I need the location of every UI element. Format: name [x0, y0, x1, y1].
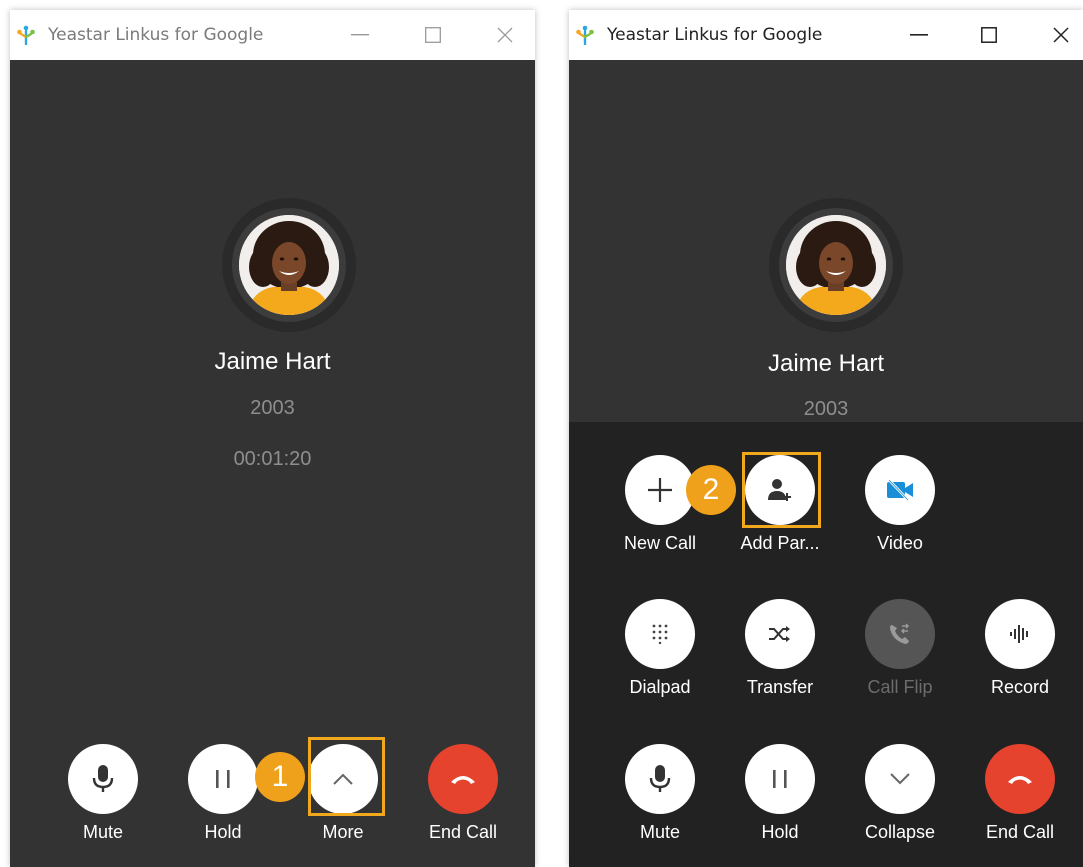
hang-up-icon — [1008, 776, 1032, 784]
pause-icon — [773, 770, 787, 788]
title-bar: Yeastar Linkus for Google — [10, 10, 535, 60]
avatar — [239, 215, 339, 315]
mute-button[interactable]: Mute — [43, 744, 163, 856]
plus-icon — [648, 478, 672, 502]
video-off-icon — [887, 479, 913, 501]
end-call-label: End Call — [428, 822, 498, 842]
pause-icon — [216, 770, 230, 788]
end-call-button[interactable]: End Call — [960, 744, 1080, 856]
transfer-label: Transfer — [746, 677, 814, 697]
maximize-button[interactable] — [403, 10, 463, 60]
maximize-button[interactable] — [959, 10, 1019, 60]
more-highlight-box — [308, 737, 385, 816]
dialpad-label: Dialpad — [629, 677, 691, 697]
record-button[interactable]: Record — [960, 599, 1080, 711]
minimize-icon — [351, 34, 369, 36]
close-button[interactable] — [475, 10, 535, 60]
hold-label: Hold — [204, 822, 242, 842]
collapse-button[interactable]: Collapse — [840, 744, 960, 856]
maximize-icon — [425, 27, 441, 43]
avatar — [786, 215, 886, 315]
end-call-button[interactable]: End Call — [403, 744, 523, 856]
contact-number: 2003 — [250, 397, 295, 419]
record-label: Record — [990, 677, 1050, 697]
minimize-button[interactable] — [889, 10, 949, 60]
window-title: Yeastar Linkus for Google — [607, 25, 823, 45]
new-call-label: New Call — [623, 533, 697, 553]
transfer-button[interactable]: Transfer — [720, 599, 840, 711]
call-window-expanded: Yeastar Linkus for Google Jaime Hart 200… — [569, 10, 1083, 867]
more-actions-panel: New Call Add Par... Video Dialpad Transf… — [569, 422, 1083, 867]
contact-photo — [239, 215, 339, 315]
call-flip-button: Call Flip — [840, 599, 960, 711]
mute-label: Mute — [82, 822, 124, 842]
yeastar-logo-icon — [16, 25, 36, 45]
call-window-collapsed: Yeastar Linkus for Google Jaime Hart 200… — [10, 10, 535, 867]
call-flip-label: Call Flip — [867, 677, 933, 697]
minimize-icon — [910, 34, 928, 36]
hang-up-icon — [451, 776, 475, 784]
hold-button[interactable]: Hold — [720, 744, 840, 856]
record-waveform-icon — [1010, 625, 1028, 643]
avatar-ring — [222, 198, 356, 332]
collapse-label: Collapse — [864, 822, 936, 842]
video-button[interactable]: Video — [840, 455, 960, 567]
dialpad-icon — [652, 624, 668, 644]
add-participant-highlight-box — [742, 452, 821, 528]
contact-photo — [786, 215, 886, 315]
close-icon — [1053, 27, 1069, 43]
call-flip-icon — [890, 623, 910, 644]
shuffle-icon — [769, 626, 790, 642]
video-label: Video — [877, 533, 923, 553]
window-title: Yeastar Linkus for Google — [48, 25, 264, 45]
avatar-ring — [769, 198, 903, 332]
step-badge: 2 — [686, 465, 736, 515]
microphone-icon — [649, 765, 671, 792]
hold-label: Hold — [761, 822, 799, 842]
mute-button[interactable]: Mute — [600, 744, 720, 856]
close-button[interactable] — [1031, 10, 1083, 60]
step-badge: 1 — [255, 752, 305, 802]
microphone-icon — [92, 765, 114, 792]
title-bar: Yeastar Linkus for Google — [569, 10, 1083, 60]
yeastar-logo-icon — [575, 25, 595, 45]
contact-number: 2003 — [803, 398, 849, 420]
contact-name: Jaime Hart — [214, 348, 331, 375]
add-participant-label: Add Par... — [740, 533, 820, 553]
close-icon — [497, 27, 513, 43]
more-label: More — [322, 822, 364, 842]
minimize-button[interactable] — [330, 10, 390, 60]
dialpad-button[interactable]: Dialpad — [600, 599, 720, 711]
contact-name: Jaime Hart — [767, 350, 885, 377]
maximize-icon — [981, 27, 997, 43]
call-duration: 00:01:20 — [233, 448, 312, 470]
mute-label: Mute — [639, 822, 681, 842]
chevron-down-icon — [890, 773, 910, 785]
end-call-label: End Call — [985, 822, 1055, 842]
